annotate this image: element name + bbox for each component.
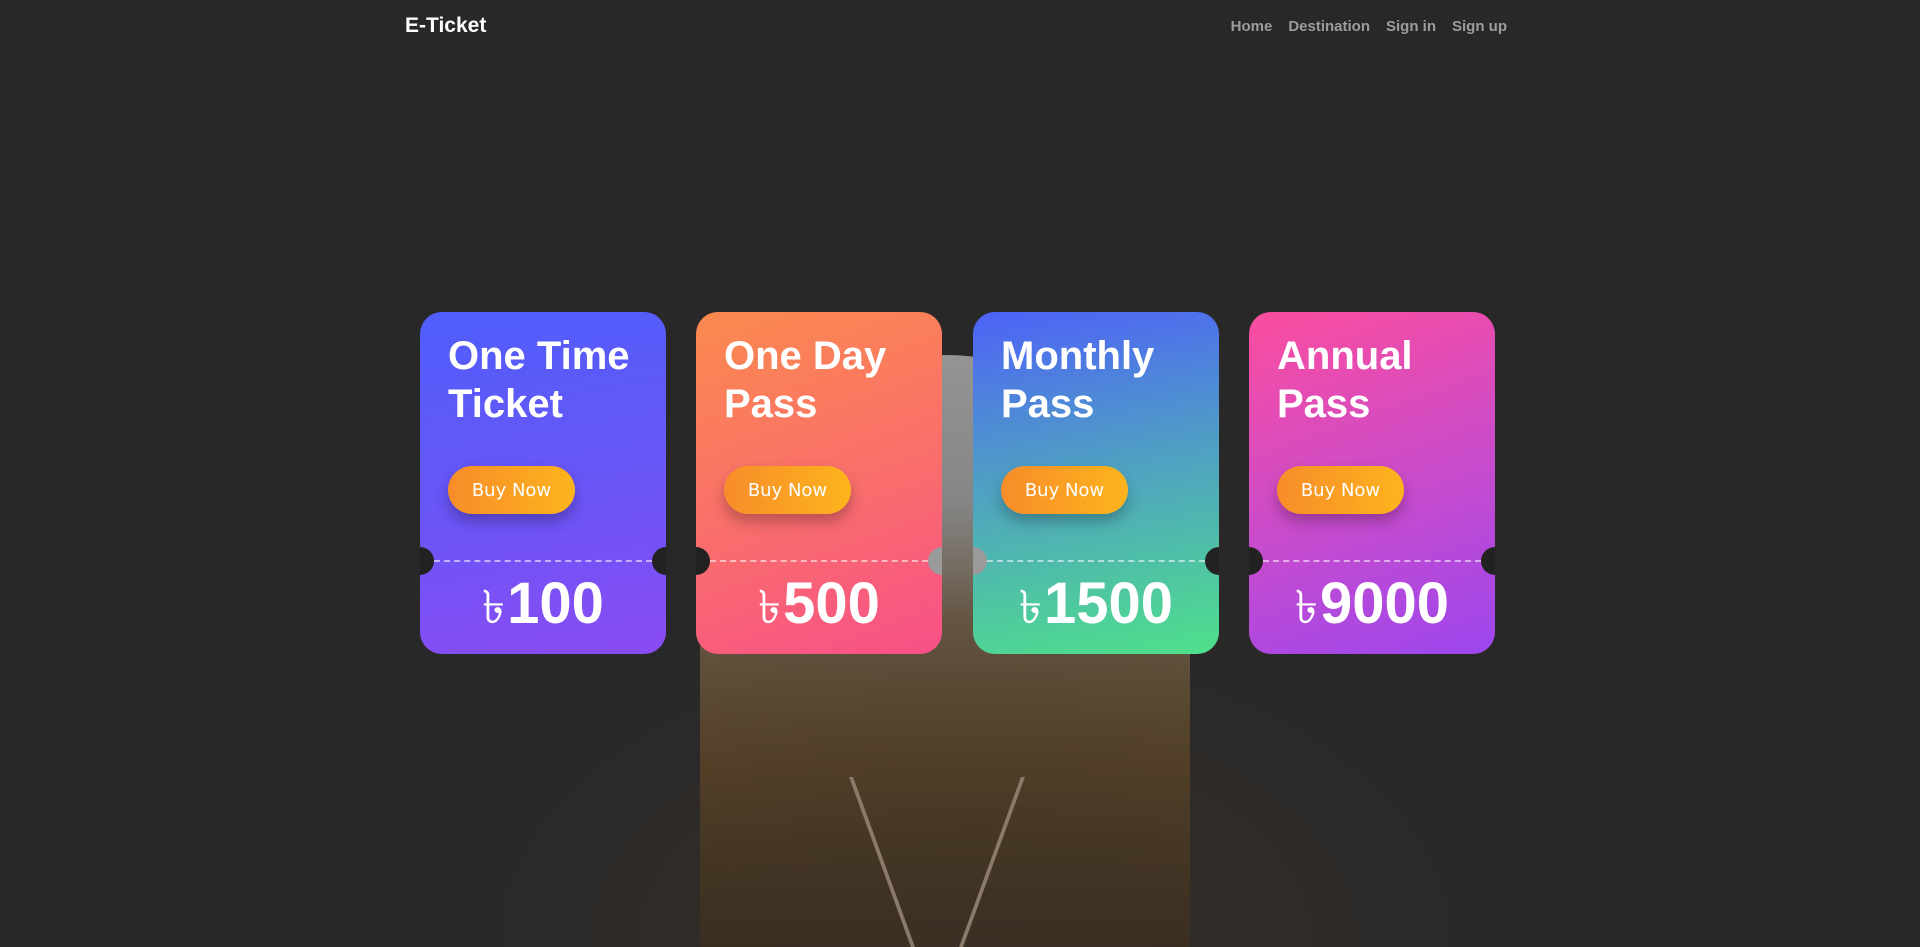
card-price: ৳100: [420, 570, 666, 649]
nav-destination[interactable]: Destination: [1288, 18, 1370, 35]
buy-now-button[interactable]: Buy Now: [1001, 466, 1128, 514]
card-price: ৳1500: [973, 570, 1219, 649]
nav-home[interactable]: Home: [1231, 18, 1273, 35]
perforation-line: [710, 560, 928, 562]
nav-sign-in[interactable]: Sign in: [1386, 18, 1436, 35]
ticket-card-annual: Annual Pass Buy Now ৳9000: [1249, 312, 1495, 654]
brand-logo[interactable]: E-Ticket: [405, 14, 486, 38]
price-value: 500: [783, 571, 880, 636]
card-price: ৳9000: [1249, 570, 1495, 649]
buy-now-button[interactable]: Buy Now: [724, 466, 851, 514]
currency-symbol: ৳: [1019, 581, 1042, 633]
price-value: 1500: [1043, 571, 1173, 636]
ticket-card-monthly: Monthly Pass Buy Now ৳1500: [973, 312, 1219, 654]
buy-now-button[interactable]: Buy Now: [1277, 466, 1404, 514]
buy-now-button[interactable]: Buy Now: [448, 466, 575, 514]
card-title: Monthly Pass: [1001, 334, 1155, 426]
ticket-card-one-time: One Time Ticket Buy Now ৳100: [420, 312, 666, 654]
perforation-line: [987, 560, 1205, 562]
navbar: E-Ticket Home Destination Sign in Sign u…: [0, 0, 1920, 56]
currency-symbol: ৳: [482, 581, 506, 633]
price-value: 100: [507, 571, 604, 636]
perforation-line: [434, 560, 652, 562]
nav-links: Home Destination Sign in Sign up: [1231, 18, 1507, 35]
card-price: ৳500: [696, 570, 942, 649]
price-value: 9000: [1319, 571, 1449, 636]
card-title: Annual Pass: [1277, 334, 1413, 426]
card-title: One Time Ticket: [448, 334, 630, 426]
nav-sign-up[interactable]: Sign up: [1452, 18, 1507, 35]
card-title: One Day Pass: [724, 334, 887, 426]
background-tunnel-image: [0, 0, 1920, 947]
currency-symbol: ৳: [1295, 581, 1318, 633]
currency-symbol: ৳: [758, 581, 782, 633]
perforation-line: [1263, 560, 1481, 562]
ticket-card-one-day: One Day Pass Buy Now ৳500: [696, 312, 942, 654]
